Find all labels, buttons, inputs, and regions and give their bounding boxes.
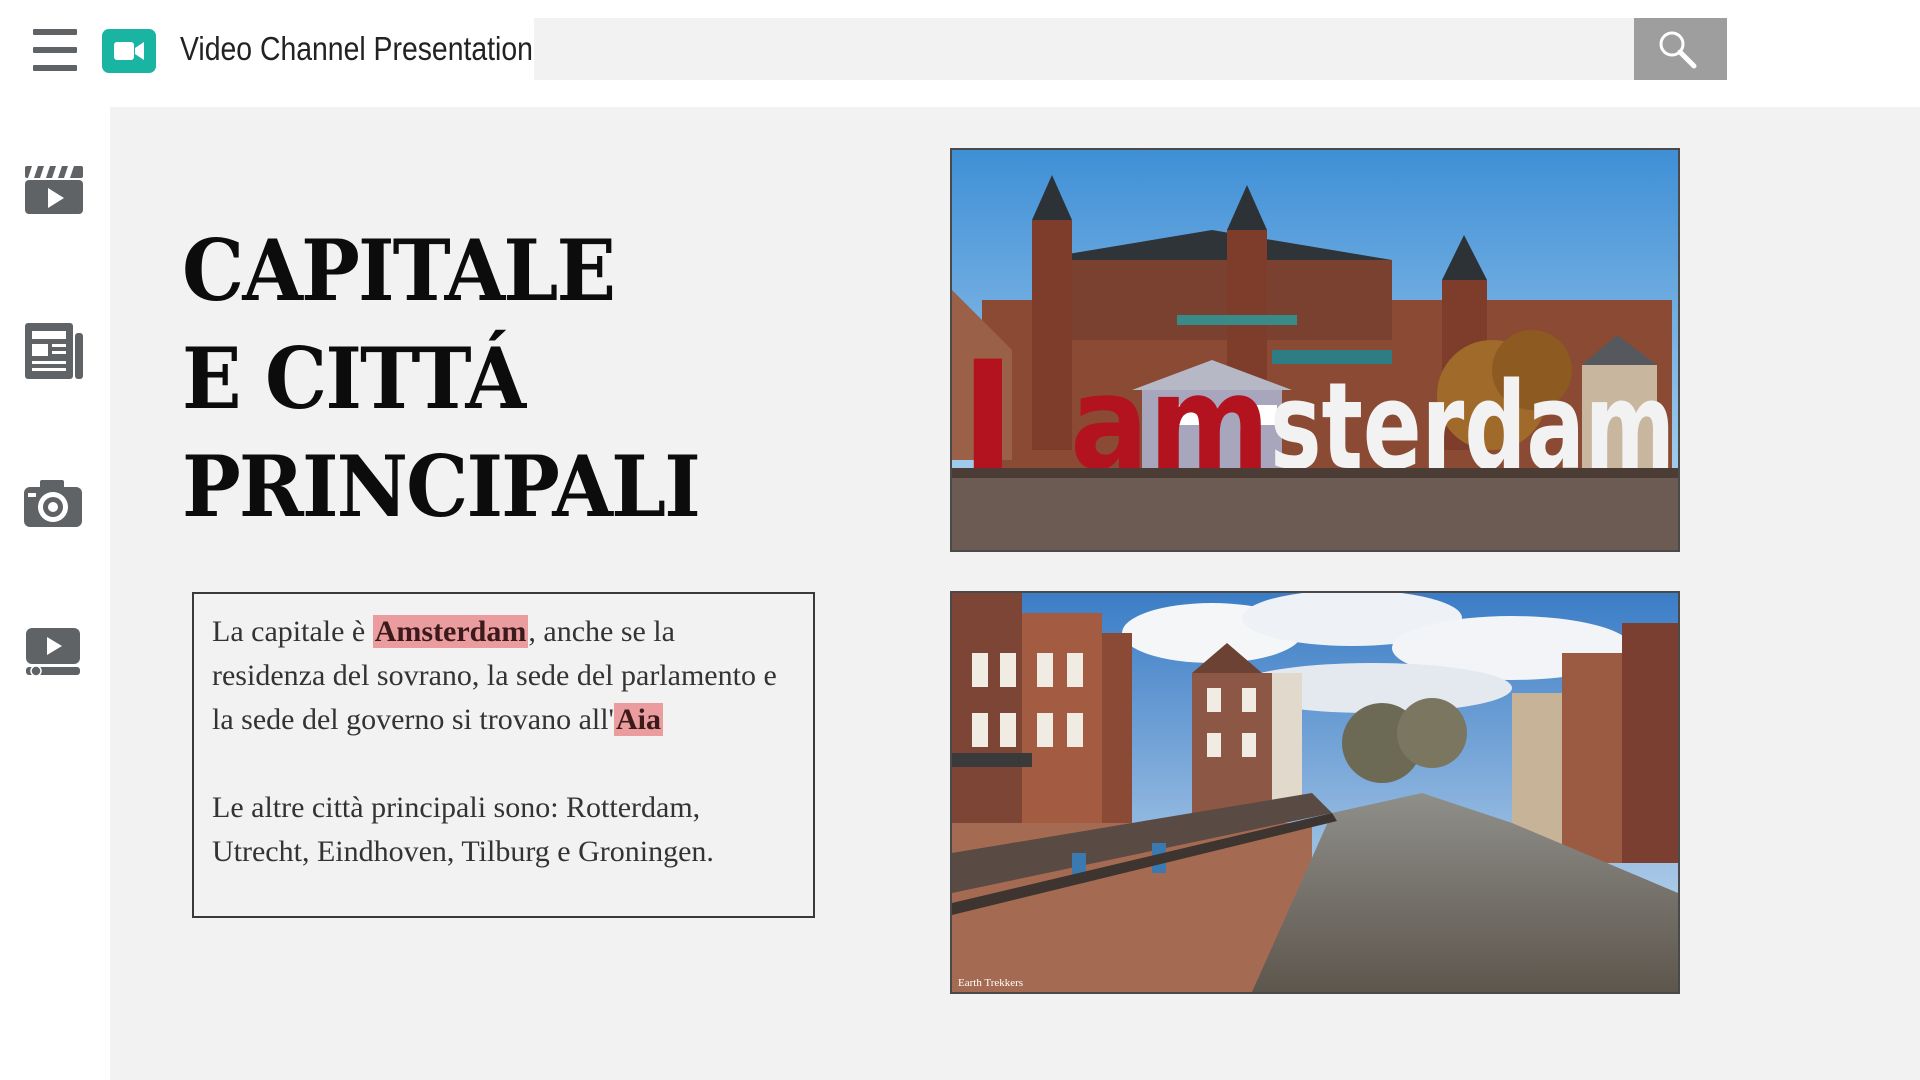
search-input[interactable] — [534, 18, 1648, 80]
clapperboard-icon[interactable] — [22, 163, 86, 223]
slide-title-line: CAPITALE — [182, 221, 616, 320]
camera-icon[interactable] — [22, 477, 86, 537]
search-button[interactable] — [1634, 18, 1727, 80]
play-screen-icon[interactable] — [22, 625, 86, 685]
sidebar — [0, 107, 110, 1080]
utrecht-canal-photo: Earth Trekkers — [950, 591, 1680, 994]
paragraph-text: La capitale è — [212, 615, 373, 648]
top-bar: Video Channel Presentation — [0, 0, 1920, 100]
video-camera-icon — [102, 29, 156, 73]
slide-title-line: PRINCIPALI — [182, 437, 701, 536]
cities-paragraph: Le altre città principali sono: Rotterda… — [212, 791, 714, 868]
capital-paragraph: La capitale è Amsterdam, anche se la res… — [212, 610, 795, 742]
newspaper-icon[interactable] — [22, 321, 86, 381]
photo-credit: Earth Trekkers — [958, 977, 1023, 989]
hamburger-menu-icon[interactable] — [33, 29, 77, 71]
highlight-amsterdam: Amsterdam — [372, 615, 529, 648]
highlight-aia: Aia — [613, 703, 663, 736]
slide-title-line: E CITTÁ — [182, 329, 526, 428]
search-bar — [534, 18, 1648, 80]
magnifier-icon — [1659, 31, 1697, 69]
slide-title: CAPITALE E CITTÁ PRINCIPALI — [182, 217, 701, 541]
app-title: Video Channel Presentation — [180, 30, 533, 67]
slide-canvas: CAPITALE E CITTÁ PRINCIPALI La capitale … — [110, 107, 1920, 1080]
info-text-box: La capitale è Amsterdam, anche se la res… — [192, 592, 815, 918]
amsterdam-photo: I am sterdam — [950, 148, 1680, 552]
